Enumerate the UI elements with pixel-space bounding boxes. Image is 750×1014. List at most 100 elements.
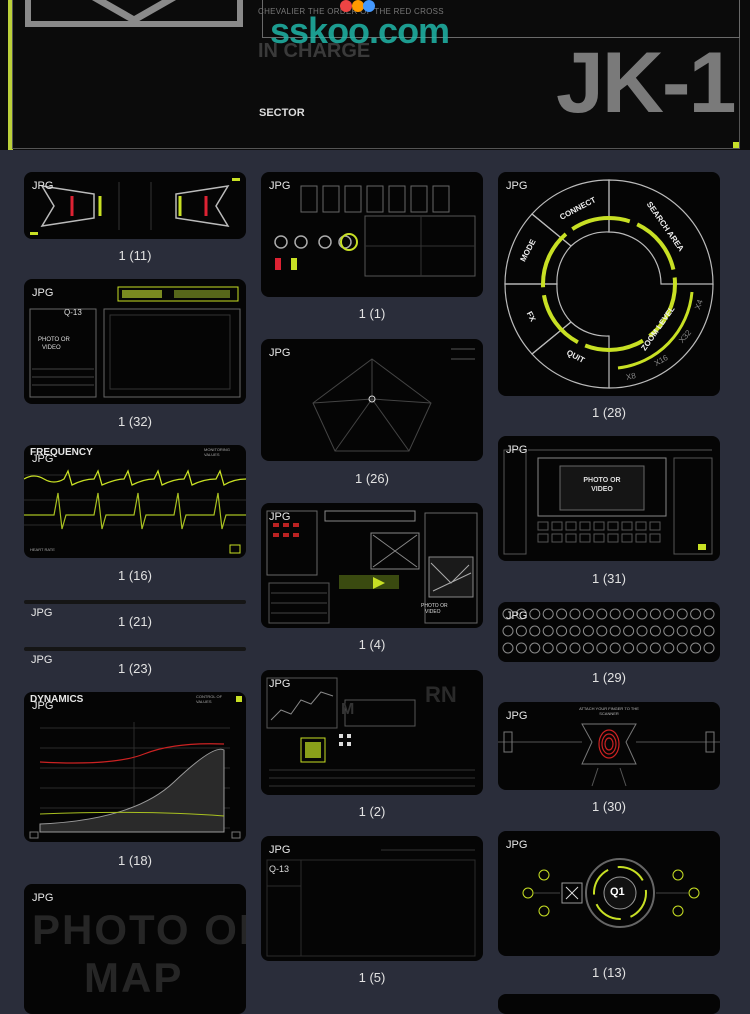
fingerprint-icon — [598, 729, 620, 759]
circle-button-grid-preview — [502, 608, 715, 654]
photo-map-text: PHOTO OR — [32, 906, 246, 953]
thumbnail-caption: 1 (26) — [355, 471, 389, 486]
round-key-icon — [569, 642, 581, 654]
thumbnail-card[interactable]: ATTACH YOUR FINGER TO THE SCANNER JPG — [498, 702, 720, 790]
q1-label: Q1 — [610, 886, 625, 898]
thumbnail-strip[interactable] — [24, 647, 246, 651]
round-key-icon — [529, 625, 541, 637]
file-type-tag: JPG — [32, 700, 54, 712]
round-key-icon — [703, 625, 715, 637]
thumbnail-caption: 1 (5) — [358, 970, 386, 985]
round-key-icon — [623, 642, 635, 654]
svg-text:Q-13: Q-13 — [64, 308, 82, 317]
thumbnail-card[interactable]: Q-13 PHOTO OR VIDEO JPG — [24, 279, 246, 404]
fingerprint-scanner-preview — [498, 723, 720, 787]
file-type-tag: JPG — [269, 511, 291, 523]
file-type-tag: JPG — [506, 180, 528, 192]
round-key-icon — [690, 608, 702, 620]
round-key-icon — [649, 625, 661, 637]
target-radar-preview — [312, 348, 475, 452]
thumbnail-caption: 1 (28) — [592, 405, 626, 420]
file-type-tag: JPG — [506, 444, 528, 456]
frequency-wave-preview — [24, 469, 246, 554]
banner-code: JK-1 — [556, 35, 736, 131]
thumbnail-card[interactable]: Q1 JPG — [498, 831, 720, 956]
round-key-icon — [556, 642, 568, 654]
round-key-icon — [703, 608, 715, 620]
round-key-icon — [690, 625, 702, 637]
round-key-icon — [636, 608, 648, 620]
thumbnail-card[interactable]: CONNECT SEARCH AREA MODE FX QUIT ZOOM LE… — [498, 172, 720, 396]
round-key-icon — [582, 625, 594, 637]
round-key-icon — [663, 625, 675, 637]
round-key-icon — [515, 642, 527, 654]
thumbnail-card[interactable]: Q-13 JPG — [261, 836, 483, 961]
round-key-icon — [556, 608, 568, 620]
file-type-tag: JPG — [506, 839, 528, 851]
thumbnail-card[interactable]: DYNAMICS CONTROL OF VALUES JPG — [24, 692, 246, 842]
thumbnail-card[interactable]: FREQUENCY MONITORING VALUES HEART RATE J… — [24, 445, 246, 558]
thumbnail-caption: 1 (1) — [358, 306, 386, 321]
round-key-icon — [690, 642, 702, 654]
radial-menu-preview — [504, 179, 714, 389]
file-type-tag: JPG — [506, 610, 528, 622]
thumbnail-caption: 1 (23) — [118, 661, 152, 676]
thumbnail-caption: 1 (13) — [592, 965, 626, 980]
thumbnail-card[interactable] — [498, 994, 720, 1014]
thumbnail-caption: 1 (11) — [118, 248, 152, 263]
round-key-icon — [582, 642, 594, 654]
round-key-icon — [596, 642, 608, 654]
file-type-tag: JPG — [269, 844, 291, 856]
thumbnail-caption: 1 (32) — [118, 414, 152, 429]
dynamics-chart-preview — [29, 696, 242, 839]
svg-text:RN: RN — [425, 682, 457, 707]
q13-empty-preview — [266, 849, 476, 957]
thumbnail-card[interactable]: JPG — [261, 339, 483, 461]
thumbnail-card[interactable]: JPG — [261, 172, 483, 297]
round-key-icon — [515, 625, 527, 637]
round-key-icon — [676, 642, 688, 654]
thumbnail-caption: 1 (21) — [118, 614, 152, 629]
header-banner: CHEVALIER THE ORDER OF THE RED CROSS IN … — [0, 0, 750, 150]
file-type-tag: JPG — [269, 180, 291, 192]
round-key-icon — [636, 642, 648, 654]
watermark: sskoo.com — [270, 10, 450, 51]
round-key-icon — [502, 625, 514, 637]
file-type-tag: JPG — [269, 347, 291, 359]
svg-text:VIDEO: VIDEO — [42, 345, 61, 351]
round-key-icon — [623, 608, 635, 620]
thumbnail-card[interactable]: PHOTO OR VIDEO JPG — [261, 503, 483, 628]
round-key-icon — [663, 608, 675, 620]
q1-circular-hud-preview — [522, 858, 700, 928]
file-type-tag: JPG — [32, 180, 54, 192]
photo-keyboard-preview — [503, 449, 713, 555]
thumbnail-card[interactable]: PHOTO OR VIDEO JPG — [498, 436, 720, 561]
round-key-icon — [569, 625, 581, 637]
photo-video-label: PHOTO OR VIDEO — [583, 477, 621, 493]
thumbnail-card[interactable]: M RN JPG — [261, 670, 483, 795]
file-type-tag: JPG — [506, 710, 528, 722]
thumbnail-caption: 1 (29) — [592, 670, 626, 685]
round-key-icon — [596, 608, 608, 620]
round-key-icon — [556, 625, 568, 637]
banner-sector: SECTOR — [259, 107, 305, 119]
round-key-icon — [529, 642, 541, 654]
file-type-tag: JPG — [32, 287, 54, 299]
vehicle-hud-preview — [30, 178, 240, 235]
round-key-icon — [542, 608, 554, 620]
chevron-logo-icon — [25, 0, 243, 27]
svg-text:PHOTO OR: PHOTO OR — [38, 337, 71, 343]
round-key-icon — [649, 608, 661, 620]
thumbnail-card[interactable]: PHOTO OR MAP JPG — [24, 884, 246, 1014]
svg-text:VIDEO: VIDEO — [425, 609, 441, 615]
round-key-icon — [676, 625, 688, 637]
thumbnail-caption: 1 (18) — [118, 853, 152, 868]
thumbnail-card[interactable]: JPG — [24, 172, 246, 239]
thumbnail-strip[interactable] — [24, 600, 246, 604]
svg-text:M: M — [341, 701, 354, 718]
round-key-icon — [649, 642, 661, 654]
round-key-icon — [582, 608, 594, 620]
thumbnail-card[interactable]: JPG — [498, 602, 720, 662]
photo-map-text: MAP — [84, 954, 184, 1001]
banner-corner-marker — [733, 142, 739, 148]
